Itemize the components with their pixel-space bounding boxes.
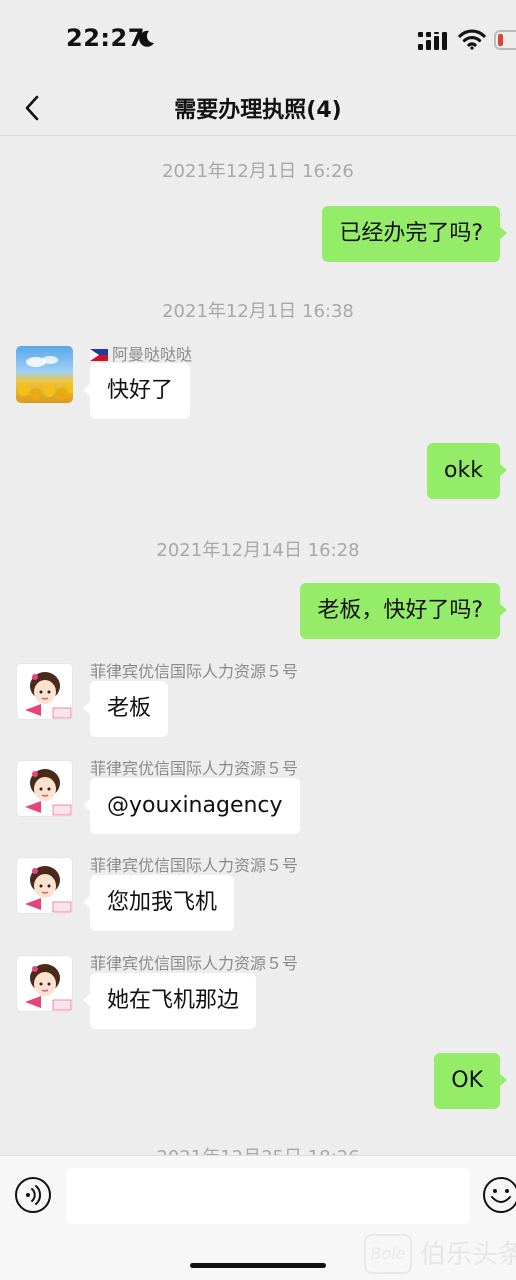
- avatar[interactable]: [16, 346, 73, 403]
- timestamp: 2021年12月14日 16:28: [156, 540, 360, 561]
- cartoon-girl-avatar-image: [25, 672, 72, 719]
- timestamp: 2021年12月25日 18:26: [0, 1143, 516, 1155]
- cartoon-girl-avatar-image: [25, 769, 72, 816]
- incoming-message[interactable]: 她在飞机那边: [82, 973, 257, 1029]
- watermark-text: 伯乐头条: [420, 1240, 516, 1270]
- sender-name: 菲律宾优信国际人力资源５号: [90, 856, 299, 875]
- moon-icon: [139, 30, 154, 47]
- battery-low-icon: [494, 30, 516, 50]
- outgoing-message[interactable]: OK: [434, 1053, 507, 1109]
- wifi-icon: [458, 29, 486, 50]
- watermark-logo: Bole 伯乐头条: [360, 1228, 516, 1280]
- incoming-message[interactable]: 您加我飞机: [82, 875, 235, 931]
- avatar[interactable]: [16, 955, 73, 1012]
- outgoing-message[interactable]: okk: [427, 443, 507, 499]
- sender-name: 菲律宾优信国际人力资源５号: [90, 759, 299, 778]
- chat-title: 需要办理执照(4): [174, 98, 342, 123]
- incoming-message[interactable]: 老板: [82, 681, 169, 737]
- home-indicator[interactable]: [190, 1263, 326, 1268]
- sunflower-avatar-image: [18, 356, 73, 400]
- status-bar: 22:27: [0, 0, 516, 82]
- sender-name: 菲律宾优信国际人力资源５号: [90, 662, 299, 681]
- outgoing-message[interactable]: 已经办完了吗?: [322, 206, 507, 262]
- incoming-message[interactable]: 快好了: [82, 363, 191, 419]
- timestamp: 2021年12月1日 16:26: [162, 161, 354, 182]
- cartoon-girl-avatar-image: [25, 964, 72, 1011]
- cartoon-girl-avatar-image: [25, 866, 72, 913]
- input-bar: Bole 伯乐头条: [0, 1155, 516, 1280]
- avatar[interactable]: [16, 760, 73, 817]
- avatar[interactable]: [16, 663, 73, 720]
- avatar[interactable]: [16, 857, 73, 914]
- philippines-flag-icon: [90, 349, 108, 361]
- timestamp: 2021年12月1日 16:38: [162, 301, 354, 322]
- nav-bar: 需要办理执照(4): [0, 82, 516, 136]
- sender-name-text: 阿曼哒哒哒: [112, 345, 193, 364]
- watermark-badge: Bole: [364, 1234, 412, 1274]
- voice-input-icon[interactable]: [14, 1176, 52, 1214]
- sender-name: 菲律宾优信国际人力资源５号: [90, 954, 299, 973]
- status-time: 22:27: [66, 24, 145, 52]
- battery-level: [498, 34, 503, 46]
- cellular-signal-icon: [418, 32, 447, 50]
- outgoing-message[interactable]: 老板，快好了吗?: [300, 583, 507, 639]
- incoming-message[interactable]: @youxinagency: [83, 778, 300, 834]
- message-input[interactable]: [66, 1168, 470, 1224]
- emoji-icon[interactable]: [482, 1176, 516, 1214]
- sender-name: 阿曼哒哒哒: [90, 341, 192, 365]
- chat-area[interactable]: 2021年12月1日 16:26 已经办完了吗? 2021年12月1日 16:3…: [0, 137, 516, 1155]
